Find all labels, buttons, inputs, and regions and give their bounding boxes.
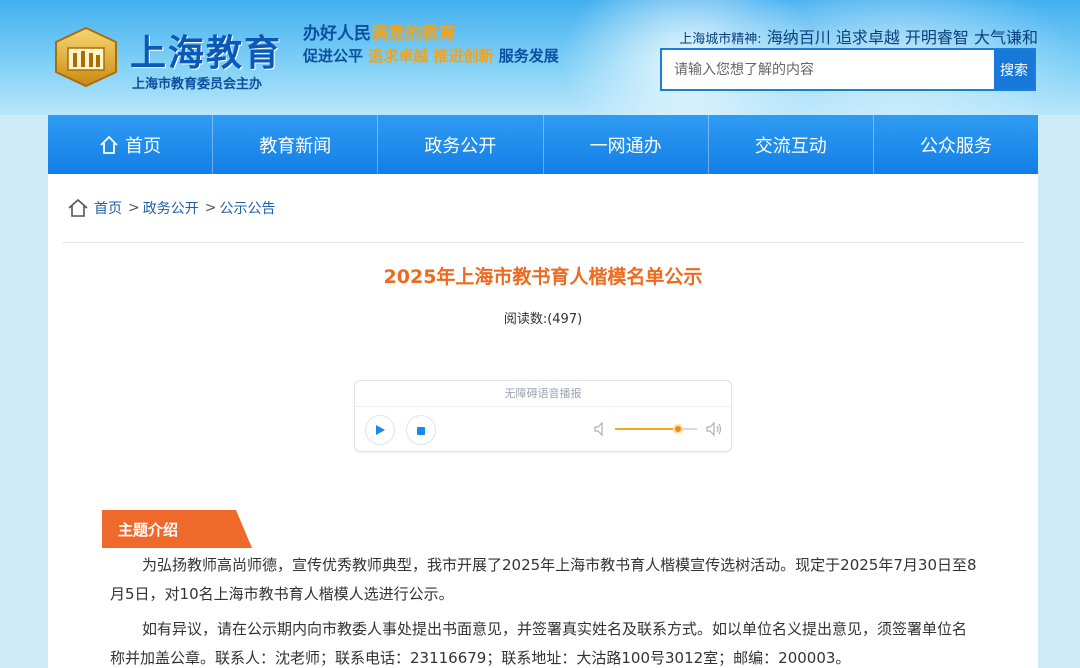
nav-item-government-affairs[interactable]: 政务公开 <box>378 115 544 174</box>
education-emblem-icon[interactable] <box>52 26 120 88</box>
breadcrumb-separator: > <box>204 200 217 216</box>
nav-item-label: 政务公开 <box>424 135 497 157</box>
volume-slider-fill <box>615 428 679 430</box>
breadcrumb: 首页 > 政务公开 > 公示公告 <box>68 198 275 218</box>
slogan-line-1: 办好人民满意的教育 <box>303 24 456 44</box>
main-nav: 首页 教育新闻 政务公开 一网通办 交流互动 公众服务 <box>48 115 1038 174</box>
search-input[interactable] <box>662 50 994 89</box>
search-bar: 搜索 <box>660 48 1036 91</box>
play-button[interactable] <box>365 415 395 445</box>
section-label: 主题介绍 <box>118 521 179 539</box>
volume-high-icon[interactable] <box>705 421 723 441</box>
site-logo-subtitle: 上海市教育委员会主办 <box>132 77 263 92</box>
nav-item-public-services[interactable]: 公众服务 <box>874 115 1038 174</box>
home-icon <box>68 199 88 217</box>
volume-low-icon[interactable] <box>593 421 607 441</box>
home-icon <box>99 135 119 155</box>
main-content: 首页 > 政务公开 > 公示公告 2025年上海市教书育人楷模名单公示 阅读数:… <box>48 174 1038 668</box>
article-paragraph: 如有异议，请在公示期内向市教委人事处提出书面意见，并签署真实姓名及联系方式。如以… <box>110 620 968 667</box>
nav-item-label: 交流互动 <box>754 135 827 157</box>
breadcrumb-home-link[interactable]: 首页 <box>94 198 122 218</box>
article-title: 2025年上海市教书育人楷模名单公示 <box>383 266 703 288</box>
stop-icon <box>416 421 426 440</box>
player-title: 无障碍语音播报 <box>355 381 731 407</box>
site-logo-title[interactable]: 上海教育 <box>130 24 282 76</box>
article-paragraph: 为弘扬教师高尚师德，宣传优秀教师典型，我市开展了2025年上海市教书育人楷模宣传… <box>110 556 977 603</box>
volume-slider[interactable] <box>615 424 697 434</box>
stop-button[interactable] <box>406 415 436 445</box>
nav-item-label: 公众服务 <box>919 135 992 157</box>
read-count: 阅读数:(497) <box>503 312 583 327</box>
nav-item-label: 教育新闻 <box>259 135 332 157</box>
nav-item-education-news[interactable]: 教育新闻 <box>213 115 379 174</box>
city-spirit: 上海城市精神: 海纳百川 追求卓越 开明睿智 大气谦和 <box>679 28 1038 47</box>
site-header: 上海教育 上海市教育委员会主办 办好人民满意的教育 促进公平 追求卓越 推进创新… <box>0 0 1080 115</box>
breadcrumb-government-affairs-link[interactable]: 政务公开 <box>143 198 199 218</box>
divider <box>62 242 1024 243</box>
volume-slider-handle[interactable] <box>673 424 684 434</box>
search-button[interactable]: 搜索 <box>994 50 1034 89</box>
section-header-topic-intro: 主题介绍 <box>102 510 252 548</box>
nav-item-label: 一网通办 <box>589 135 662 157</box>
nav-item-label: 首页 <box>125 135 162 157</box>
breadcrumb-announcements-link[interactable]: 公示公告 <box>219 198 275 218</box>
play-icon <box>374 421 386 440</box>
slogan-line-2: 促进公平 追求卓越 推进创新 服务发展 <box>303 47 559 65</box>
nav-item-interaction[interactable]: 交流互动 <box>709 115 874 174</box>
breadcrumb-separator: > <box>128 200 140 216</box>
nav-item-one-stop-service[interactable]: 一网通办 <box>544 115 709 174</box>
nav-item-home[interactable]: 首页 <box>48 115 214 174</box>
accessibility-audio-player: 无障碍语音播报 <box>354 380 732 452</box>
